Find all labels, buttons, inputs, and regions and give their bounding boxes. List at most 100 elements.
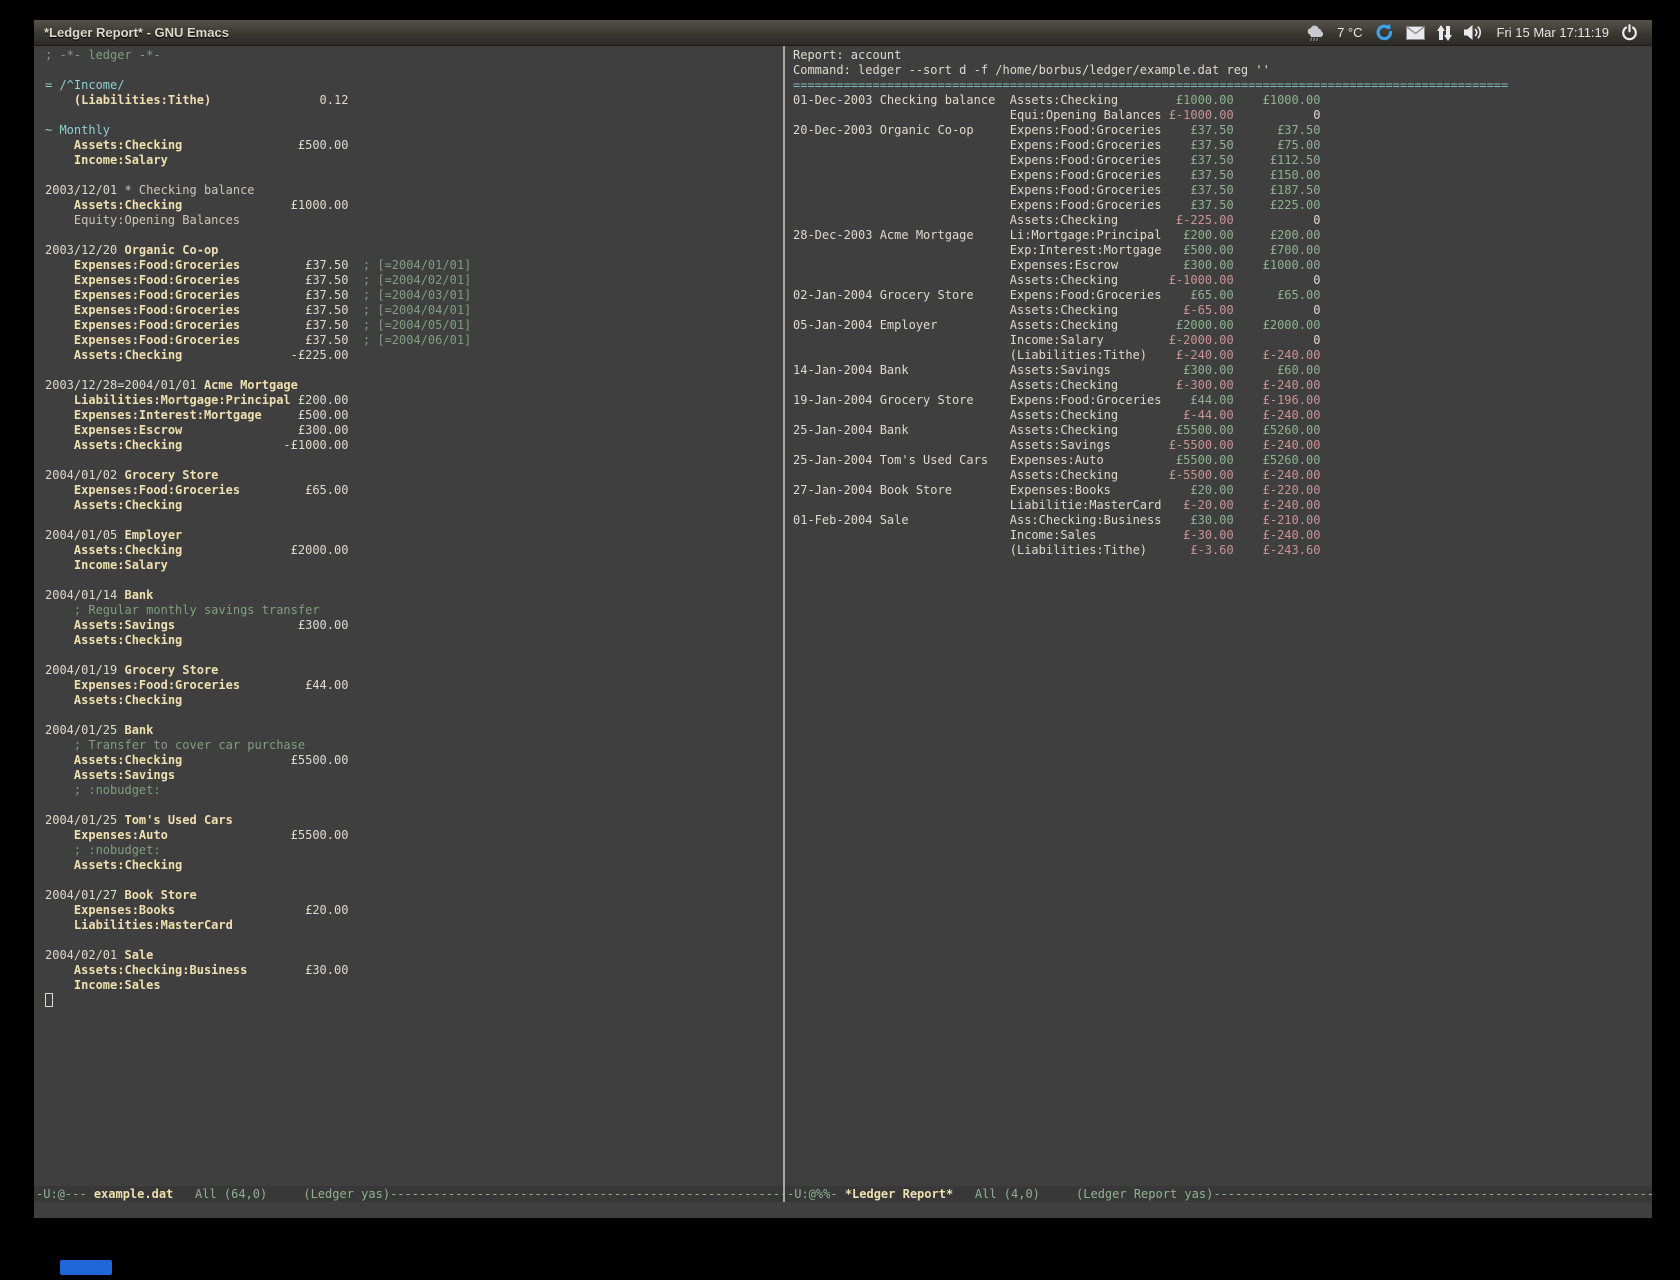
buffer-line xyxy=(45,708,783,723)
register-amount: £-2000.00 xyxy=(1169,333,1234,347)
register-row[interactable]: Assets:Checking £-44.00 £-240.00 xyxy=(793,408,1652,423)
register-row[interactable]: 25-Jan-2004 Bank Assets:Checking £5500.0… xyxy=(793,423,1652,438)
register-running-total: £-220.00 xyxy=(1234,483,1321,497)
report-separator: ========================================… xyxy=(793,78,1652,93)
register-row[interactable]: Assets:Checking £-65.00 0 xyxy=(793,303,1652,318)
buffer-line: 2003/12/20 Organic Co-op xyxy=(45,243,783,258)
register-row[interactable]: Assets:Checking £-300.00 £-240.00 xyxy=(793,378,1652,393)
register-date-payee: 01-Dec-2003 Checking balance xyxy=(793,93,1010,107)
register-row[interactable]: 14-Jan-2004 Bank Assets:Savings £300.00 … xyxy=(793,363,1652,378)
register-row[interactable]: Assets:Checking £-5500.00 £-240.00 xyxy=(793,468,1652,483)
register-row[interactable]: 27-Jan-2004 Book Store Expenses:Books £2… xyxy=(793,483,1652,498)
register-date-payee: 14-Jan-2004 Bank xyxy=(793,363,1010,377)
buffer-line xyxy=(45,798,783,813)
register-running-total: £-240.00 xyxy=(1234,438,1321,452)
weather-icon[interactable] xyxy=(1305,25,1325,41)
buffer-line: Expenses:Food:Groceries £65.00 xyxy=(45,483,783,498)
register-row[interactable]: 05-Jan-2004 Employer Assets:Checking £20… xyxy=(793,318,1652,333)
register-row[interactable]: (Liabilities:Tithe) £-3.60 £-243.60 xyxy=(793,543,1652,558)
register-amount: £37.50 xyxy=(1169,183,1234,197)
register-row[interactable]: Expens:Food:Groceries £37.50 £187.50 xyxy=(793,183,1652,198)
register-amount: £5500.00 xyxy=(1169,423,1234,437)
buffer-line xyxy=(45,363,783,378)
register-row[interactable]: (Liabilities:Tithe) £-240.00 £-240.00 xyxy=(793,348,1652,363)
register-running-total: £-240.00 xyxy=(1234,348,1321,362)
ledger-buffer-lines: ; -*- ledger -*-= /^Income/ (Liabilities… xyxy=(45,48,783,1008)
clock-label: Fri 15 Mar 17:11:19 xyxy=(1497,25,1609,40)
power-icon[interactable] xyxy=(1621,24,1638,41)
buffer-line xyxy=(45,513,783,528)
register-amount: £65.00 xyxy=(1169,288,1234,302)
buffer-line: Income:Salary xyxy=(45,153,783,168)
register-running-total: £-240.00 xyxy=(1234,528,1321,542)
register-row[interactable]: Expens:Food:Groceries £37.50 £112.50 xyxy=(793,153,1652,168)
modeline-right[interactable]: -U:@%%- *Ledger Report* All (4,0) (Ledge… xyxy=(785,1186,1652,1202)
network-icon[interactable] xyxy=(1437,25,1452,41)
register-row[interactable]: Assets:Checking £-225.00 0 xyxy=(793,213,1652,228)
register-running-total: 0 xyxy=(1234,273,1321,287)
register-row[interactable]: 01-Dec-2003 Checking balance Assets:Chec… xyxy=(793,93,1652,108)
register-row[interactable]: 02-Jan-2004 Grocery Store Expens:Food:Gr… xyxy=(793,288,1652,303)
register-account: Equi:Opening Balances xyxy=(1010,108,1169,122)
register-row[interactable]: Assets:Savings £-5500.00 £-240.00 xyxy=(793,438,1652,453)
register-row[interactable]: Income:Sales £-30.00 £-240.00 xyxy=(793,528,1652,543)
register-row[interactable]: Exp:Interest:Mortgage £500.00 £700.00 xyxy=(793,243,1652,258)
register-row[interactable]: 25-Jan-2004 Tom's Used Cars Expenses:Aut… xyxy=(793,453,1652,468)
register-amount: £300.00 xyxy=(1169,258,1234,272)
buffer-line: Assets:Checking -£225.00 xyxy=(45,348,783,363)
register-amount: £20.00 xyxy=(1169,483,1234,497)
buffer-line: Assets:Checking xyxy=(45,693,783,708)
buffer-line: Expenses:Food:Groceries £37.50 ; [=2004/… xyxy=(45,318,783,333)
register-row[interactable]: 20-Dec-2003 Organic Co-op Expens:Food:Gr… xyxy=(793,123,1652,138)
buffer-line: Report: account xyxy=(793,48,1652,63)
register-running-total: £-243.60 xyxy=(1234,543,1321,557)
register-row[interactable]: Expens:Food:Groceries £37.50 £75.00 xyxy=(793,138,1652,153)
buffer-line: Assets:Checking xyxy=(45,858,783,873)
mail-icon[interactable] xyxy=(1406,26,1425,40)
buffer-line: ; :nobudget: xyxy=(45,843,783,858)
register-amount: £-3.60 xyxy=(1169,543,1234,557)
buffer-line: 2003/12/28=2004/01/01 Acme Mortgage xyxy=(45,378,783,393)
register-running-total: £65.00 xyxy=(1234,288,1321,302)
ledger-report-window[interactable]: Report: account Command: ledger --sort d… xyxy=(785,46,1652,1186)
taskbar-fragment[interactable] xyxy=(60,1260,112,1275)
register-row[interactable]: Liabilitie:MasterCard £-20.00 £-240.00 xyxy=(793,498,1652,513)
buffer-line xyxy=(45,933,783,948)
buffer-line: 2003/12/01 * Checking balance xyxy=(45,183,783,198)
register-amount: £-225.00 xyxy=(1169,213,1234,227)
modeline-dashes: ----------------------------------------… xyxy=(1213,1187,1652,1201)
titlebar[interactable]: *Ledger Report* - GNU Emacs 7 °C xyxy=(34,20,1652,46)
modeline-flags: -U:@%%- xyxy=(787,1187,838,1201)
refresh-icon[interactable] xyxy=(1375,23,1394,42)
register-row[interactable]: Expenses:Escrow £300.00 £1000.00 xyxy=(793,258,1652,273)
report-title: Report: account xyxy=(793,48,901,62)
register-row[interactable]: Income:Salary £-2000.00 0 xyxy=(793,333,1652,348)
register-row[interactable]: 01-Feb-2004 Sale Ass:Checking:Business £… xyxy=(793,513,1652,528)
modeline-mode: (Ledger Report yas) xyxy=(1076,1187,1213,1201)
register-row[interactable]: Expens:Food:Groceries £37.50 £225.00 xyxy=(793,198,1652,213)
register-row[interactable]: Equi:Opening Balances £-1000.00 0 xyxy=(793,108,1652,123)
register-running-total: £200.00 xyxy=(1234,228,1321,242)
buffer-line: Assets:Checking xyxy=(45,633,783,648)
register-running-total: £1000.00 xyxy=(1234,93,1321,107)
register-account: Assets:Checking xyxy=(1010,423,1169,437)
register-running-total: £37.50 xyxy=(1234,123,1321,137)
register-row[interactable]: Expens:Food:Groceries £37.50 £150.00 xyxy=(793,168,1652,183)
register-running-total: £700.00 xyxy=(1234,243,1321,257)
register-row[interactable]: Assets:Checking £-1000.00 0 xyxy=(793,273,1652,288)
buffer-line: ; :nobudget: xyxy=(45,783,783,798)
register-date-payee: 25-Jan-2004 Bank xyxy=(793,423,1010,437)
register-row[interactable]: 19-Jan-2004 Grocery Store Expens:Food:Gr… xyxy=(793,393,1652,408)
window-title: *Ledger Report* - GNU Emacs xyxy=(44,25,229,40)
modeline-left[interactable]: -U:@--- example.dat All (64,0) (Ledger y… xyxy=(34,1186,783,1202)
register-account: Expens:Food:Groceries xyxy=(1010,168,1169,182)
register-row[interactable]: 28-Dec-2003 Acme Mortgage Li:Mortgage:Pr… xyxy=(793,228,1652,243)
register-date-payee: 02-Jan-2004 Grocery Store xyxy=(793,288,1010,302)
ledger-file-window[interactable]: ; -*- ledger -*-= /^Income/ (Liabilities… xyxy=(34,46,783,1186)
register-date-payee: 25-Jan-2004 Tom's Used Cars xyxy=(793,453,1010,467)
modeline-buffer-name: *Ledger Report* xyxy=(845,1187,953,1201)
register-date-payee xyxy=(793,468,1010,482)
buffer-line xyxy=(45,63,783,78)
volume-icon[interactable] xyxy=(1464,25,1485,40)
register-amount: £-20.00 xyxy=(1169,498,1234,512)
